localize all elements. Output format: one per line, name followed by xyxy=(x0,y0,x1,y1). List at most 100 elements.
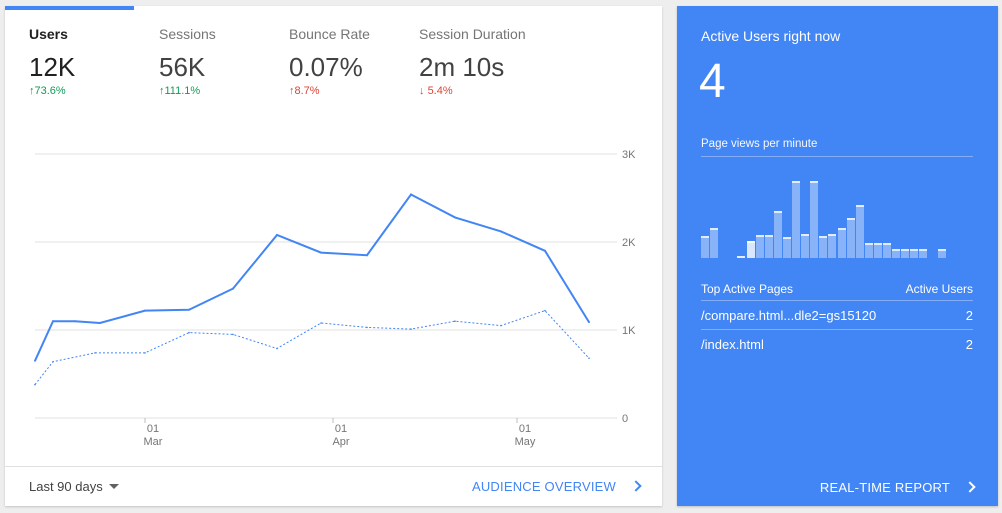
pageview-bar xyxy=(819,235,828,258)
pageview-bar-cap xyxy=(883,242,891,245)
current-period-point xyxy=(410,193,412,196)
top-page-row[interactable]: /compare.html...dle2=gs15120 2 xyxy=(701,308,973,323)
pageview-bar-cap xyxy=(737,256,746,258)
previous-period-point xyxy=(144,352,146,354)
pageview-bar-cap xyxy=(701,235,709,238)
metric-delta: ↓ 5.4% xyxy=(419,85,453,97)
pageview-bar xyxy=(828,233,837,258)
divider xyxy=(701,300,973,301)
metric-value: 0.07% xyxy=(289,52,363,82)
pageview-bar-cap xyxy=(773,210,782,213)
current-period-point xyxy=(99,322,101,324)
x-tick-month: Apr xyxy=(332,436,349,448)
chevron-right-icon xyxy=(630,480,642,492)
pageview-bar-cap xyxy=(937,249,946,252)
pageview-bar xyxy=(746,240,755,258)
pageview-bar xyxy=(837,227,846,258)
previous-period-point xyxy=(34,383,36,386)
divider xyxy=(701,156,973,157)
previous-period-point xyxy=(52,360,54,363)
pageview-bar-cap xyxy=(746,240,755,243)
divider xyxy=(701,329,973,330)
pageview-bar-cap xyxy=(792,180,800,183)
current-period-point xyxy=(74,320,76,323)
pageview-bar-cap xyxy=(855,204,864,207)
pageview-bar-cap xyxy=(910,249,919,252)
metric-delta: ↑111.1% xyxy=(159,85,201,97)
y-tick-label: 3K xyxy=(622,149,636,161)
page-active-users: 2 xyxy=(965,308,973,323)
current-period-point xyxy=(588,321,590,324)
current-period-point xyxy=(454,216,456,219)
pageview-bar-cap xyxy=(873,242,882,245)
metric-value: 56K xyxy=(159,52,206,82)
pageview-bar-cap xyxy=(919,249,928,252)
current-period-point xyxy=(34,359,36,362)
page-active-users: 2 xyxy=(965,337,973,352)
x-tick-month: May xyxy=(515,436,536,448)
previous-period-point xyxy=(188,331,190,334)
current-period-point xyxy=(366,254,368,257)
current-period-point xyxy=(500,230,502,233)
x-tick-day: 01 xyxy=(147,423,159,435)
metric-delta: ↑8.7% xyxy=(289,85,320,97)
pageview-bar xyxy=(737,256,746,258)
metric-label: Session Duration xyxy=(419,26,526,42)
pageview-bar xyxy=(910,249,919,258)
column-header-users: Active Users xyxy=(905,282,973,296)
chevron-right-icon xyxy=(964,481,976,493)
pageview-bar-cap xyxy=(810,180,819,183)
realtime-report-link[interactable]: REAL-TIME REPORT xyxy=(819,480,976,495)
pageview-bar-cap xyxy=(837,227,846,230)
metrics-tabs: Users 12K ↑73.6% Sessions 56K ↑111.1% Bo… xyxy=(5,6,662,116)
current-period-point xyxy=(544,249,546,252)
pageview-bar xyxy=(782,236,791,258)
metric-label: Users xyxy=(29,26,68,42)
previous-period-point xyxy=(94,352,96,354)
date-range-label: Last 90 days xyxy=(29,479,103,494)
metric-label: Sessions xyxy=(159,26,216,42)
page-path: /index.html xyxy=(701,337,764,352)
previous-period-point xyxy=(410,328,412,330)
card-footer: Last 90 days AUDIENCE OVERVIEW xyxy=(5,466,662,506)
pageview-bar xyxy=(701,235,709,258)
pageview-bar xyxy=(864,243,873,258)
pageview-bar xyxy=(919,249,928,258)
realtime-report-label: REAL-TIME REPORT xyxy=(819,480,950,495)
x-tick-day: 01 xyxy=(519,423,531,435)
current-period-point xyxy=(320,251,322,254)
pageview-bar-cap xyxy=(828,233,837,236)
pageview-bar xyxy=(810,180,819,258)
pageview-bar xyxy=(883,242,891,258)
pageview-bar-cap xyxy=(901,249,910,252)
users-line-chart: 3K2K1K001Mar01Apr01May xyxy=(34,149,636,448)
audience-overview-link[interactable]: AUDIENCE OVERVIEW xyxy=(472,479,642,494)
pageview-bar xyxy=(792,180,800,258)
previous-period-point xyxy=(454,320,456,322)
y-tick-label: 2K xyxy=(622,237,636,249)
date-range-dropdown[interactable]: Last 90 days xyxy=(29,479,119,494)
pageviews-label: Page views per minute xyxy=(701,138,818,150)
caret-down-icon xyxy=(108,484,119,489)
realtime-card: Active Users right now 4 Page views per … xyxy=(677,6,998,506)
current-period-point xyxy=(276,234,278,236)
top-page-row[interactable]: /index.html 2 xyxy=(701,337,973,352)
realtime-title: Active Users right now xyxy=(701,28,841,44)
pageview-bar xyxy=(710,227,719,258)
column-header-pages: Top Active Pages xyxy=(701,282,794,296)
previous-period-point xyxy=(276,347,278,350)
page-path: /compare.html...dle2=gs15120 xyxy=(701,308,877,323)
pageview-bar-cap xyxy=(819,235,828,238)
current-period-point xyxy=(144,309,146,312)
pageview-bar xyxy=(873,242,882,258)
current-period-point xyxy=(232,287,234,290)
pageview-bar xyxy=(755,234,764,258)
pageview-bar-cap xyxy=(864,243,873,246)
x-tick-month: Mar xyxy=(144,436,163,448)
pageview-bar xyxy=(764,234,773,258)
pageview-bar-cap xyxy=(801,233,810,236)
pageview-bar-cap xyxy=(755,234,764,237)
x-tick-day: 01 xyxy=(335,423,347,435)
previous-period-point xyxy=(500,324,502,327)
metric-label: Bounce Rate xyxy=(289,26,370,42)
